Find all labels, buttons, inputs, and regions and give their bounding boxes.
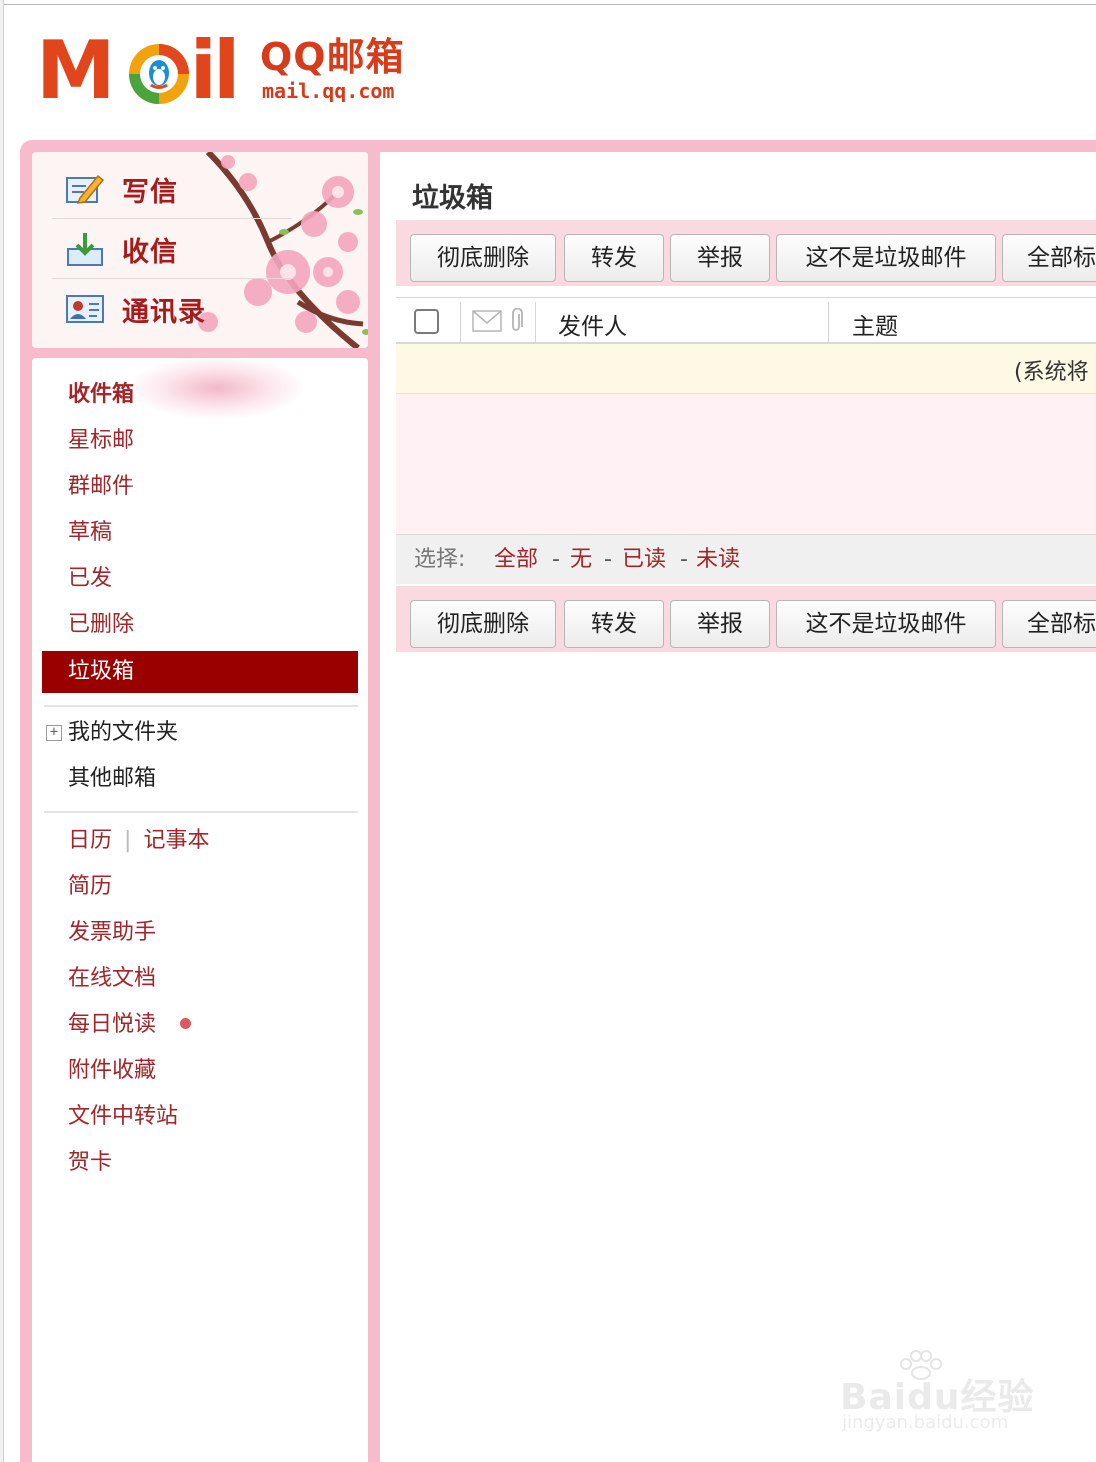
select-label: 选择: xyxy=(414,547,466,572)
receive-mail-button[interactable]: 收信 xyxy=(66,226,178,272)
qq-mail-logo[interactable]: Mil QQ邮箱 mail.qq.com xyxy=(36,31,416,111)
tool-invoice-assistant[interactable]: 发票助手 xyxy=(68,918,156,948)
report-button[interactable]: 举报 xyxy=(670,234,770,282)
forward-button[interactable]: 转发 xyxy=(564,234,664,282)
tool-greeting-cards[interactable]: 贺卡 xyxy=(68,1148,112,1178)
folder-starred[interactable]: 星标邮 xyxy=(68,426,134,456)
column-separator xyxy=(535,302,536,344)
select-all-link[interactable]: 全部 xyxy=(494,547,538,573)
contacts-card-icon xyxy=(66,290,104,328)
select-separator: - xyxy=(680,547,688,572)
selection-bar: 选择: 全部 - 无 - 已读 - 未读 xyxy=(396,534,1096,584)
logo-product-name: QQ邮箱 xyxy=(260,35,405,79)
tool-resume[interactable]: 简历 xyxy=(68,872,112,902)
tool-separator: | xyxy=(124,828,132,853)
expand-folders-icon[interactable]: + xyxy=(46,725,62,741)
mark-all-button[interactable]: 全部标 xyxy=(1002,234,1096,282)
compose-label: 写信 xyxy=(122,176,178,208)
blur-smudge xyxy=(128,420,218,610)
compose-button[interactable]: 写信 xyxy=(66,166,178,212)
window-left-edge xyxy=(0,0,4,1462)
top-toolbar: 彻底删除 转发 举报 这不是垃圾邮件 全部标 xyxy=(396,220,1096,286)
tool-notebook[interactable]: 记事本 xyxy=(143,828,209,853)
contacts-button[interactable]: 通讯录 xyxy=(66,286,206,332)
spam-folder-panel: 垃圾箱 彻底删除 转发 举报 这不是垃圾邮件 全部标 发件人 主题 (系统将 选… xyxy=(380,152,1096,1462)
window-top-border xyxy=(0,4,1096,5)
select-separator: - xyxy=(604,547,612,572)
cherry-blossom-decoration xyxy=(198,152,368,348)
quick-divider xyxy=(52,218,292,219)
folder-drafts[interactable]: 草稿 xyxy=(68,518,112,548)
column-separator xyxy=(828,302,829,344)
folder-sidebar: 收件箱 星标邮 群邮件 草稿 已发 已删除 垃圾箱 + 我的文件夹 其他邮箱 日… xyxy=(32,358,368,1462)
folder-deleted[interactable]: 已删除 xyxy=(68,610,134,640)
bottom-toolbar: 彻底删除 转发 举报 这不是垃圾邮件 全部标 xyxy=(396,586,1096,652)
baidu-jingyan-watermark: Baidu经验 jingyan.baidu.com xyxy=(840,1350,1050,1440)
tool-online-docs[interactable]: 在线文档 xyxy=(68,964,156,994)
quick-actions-panel: 写信 收信 通讯录 xyxy=(32,152,368,348)
subject-column-header[interactable]: 主题 xyxy=(852,307,898,341)
contacts-label: 通讯录 xyxy=(122,296,206,328)
logo-url: mail.qq.com xyxy=(262,79,395,103)
tool-calendar[interactable]: 日历 xyxy=(68,828,112,853)
sidebar-divider xyxy=(44,705,358,707)
folder-my-folders[interactable]: 我的文件夹 xyxy=(68,718,178,748)
new-content-dot-icon xyxy=(180,1018,191,1029)
inbox-download-icon xyxy=(66,230,104,268)
system-notice-text: (系统将 xyxy=(1014,360,1089,385)
page-title: 垃圾箱 xyxy=(412,183,493,214)
folder-group-mail[interactable]: 群邮件 xyxy=(68,472,134,502)
receive-mail-label: 收信 xyxy=(122,236,178,268)
sender-column-header[interactable]: 发件人 xyxy=(558,307,627,341)
folder-spam-label: 垃圾箱 xyxy=(68,659,135,684)
system-notice-row: (系统将 xyxy=(396,344,1096,394)
forward-button[interactable]: 转发 xyxy=(564,600,664,648)
not-spam-button[interactable]: 这不是垃圾邮件 xyxy=(776,600,996,648)
mark-all-button[interactable]: 全部标 xyxy=(1002,600,1096,648)
sidebar-divider xyxy=(44,811,358,813)
quick-divider xyxy=(52,278,292,279)
tool-calendar-notebook: 日历 | 记事本 xyxy=(68,826,209,856)
select-read-link[interactable]: 已读 xyxy=(622,547,666,573)
permanent-delete-button[interactable]: 彻底删除 xyxy=(410,600,556,648)
permanent-delete-button[interactable]: 彻底删除 xyxy=(410,234,556,282)
select-unread-link[interactable]: 未读 xyxy=(696,547,740,573)
select-all-checkbox[interactable] xyxy=(414,309,439,334)
watermark-url: jingyan.baidu.com xyxy=(842,1412,1009,1433)
folder-sent[interactable]: 已发 xyxy=(68,564,112,594)
mail-list-header: 发件人 主题 xyxy=(396,297,1096,344)
envelope-icon xyxy=(472,310,502,332)
select-separator: - xyxy=(552,547,560,572)
compose-icon xyxy=(66,170,104,208)
attachment-paperclip-icon xyxy=(512,308,523,331)
column-separator xyxy=(460,302,461,344)
empty-mail-list xyxy=(396,394,1096,534)
qq-penguin-icon xyxy=(129,44,189,104)
not-spam-button[interactable]: 这不是垃圾邮件 xyxy=(776,234,996,282)
folder-other-mailboxes[interactable]: 其他邮箱 xyxy=(68,764,156,794)
tool-daily-reading[interactable]: 每日悦读 xyxy=(68,1010,156,1040)
folder-inbox[interactable]: 收件箱 xyxy=(68,380,134,410)
blur-smudge xyxy=(132,358,302,418)
report-button[interactable]: 举报 xyxy=(670,600,770,648)
tool-file-transfer[interactable]: 文件中转站 xyxy=(68,1102,178,1132)
select-none-link[interactable]: 无 xyxy=(570,547,592,573)
tool-attachment-favorites[interactable]: 附件收藏 xyxy=(68,1056,156,1086)
